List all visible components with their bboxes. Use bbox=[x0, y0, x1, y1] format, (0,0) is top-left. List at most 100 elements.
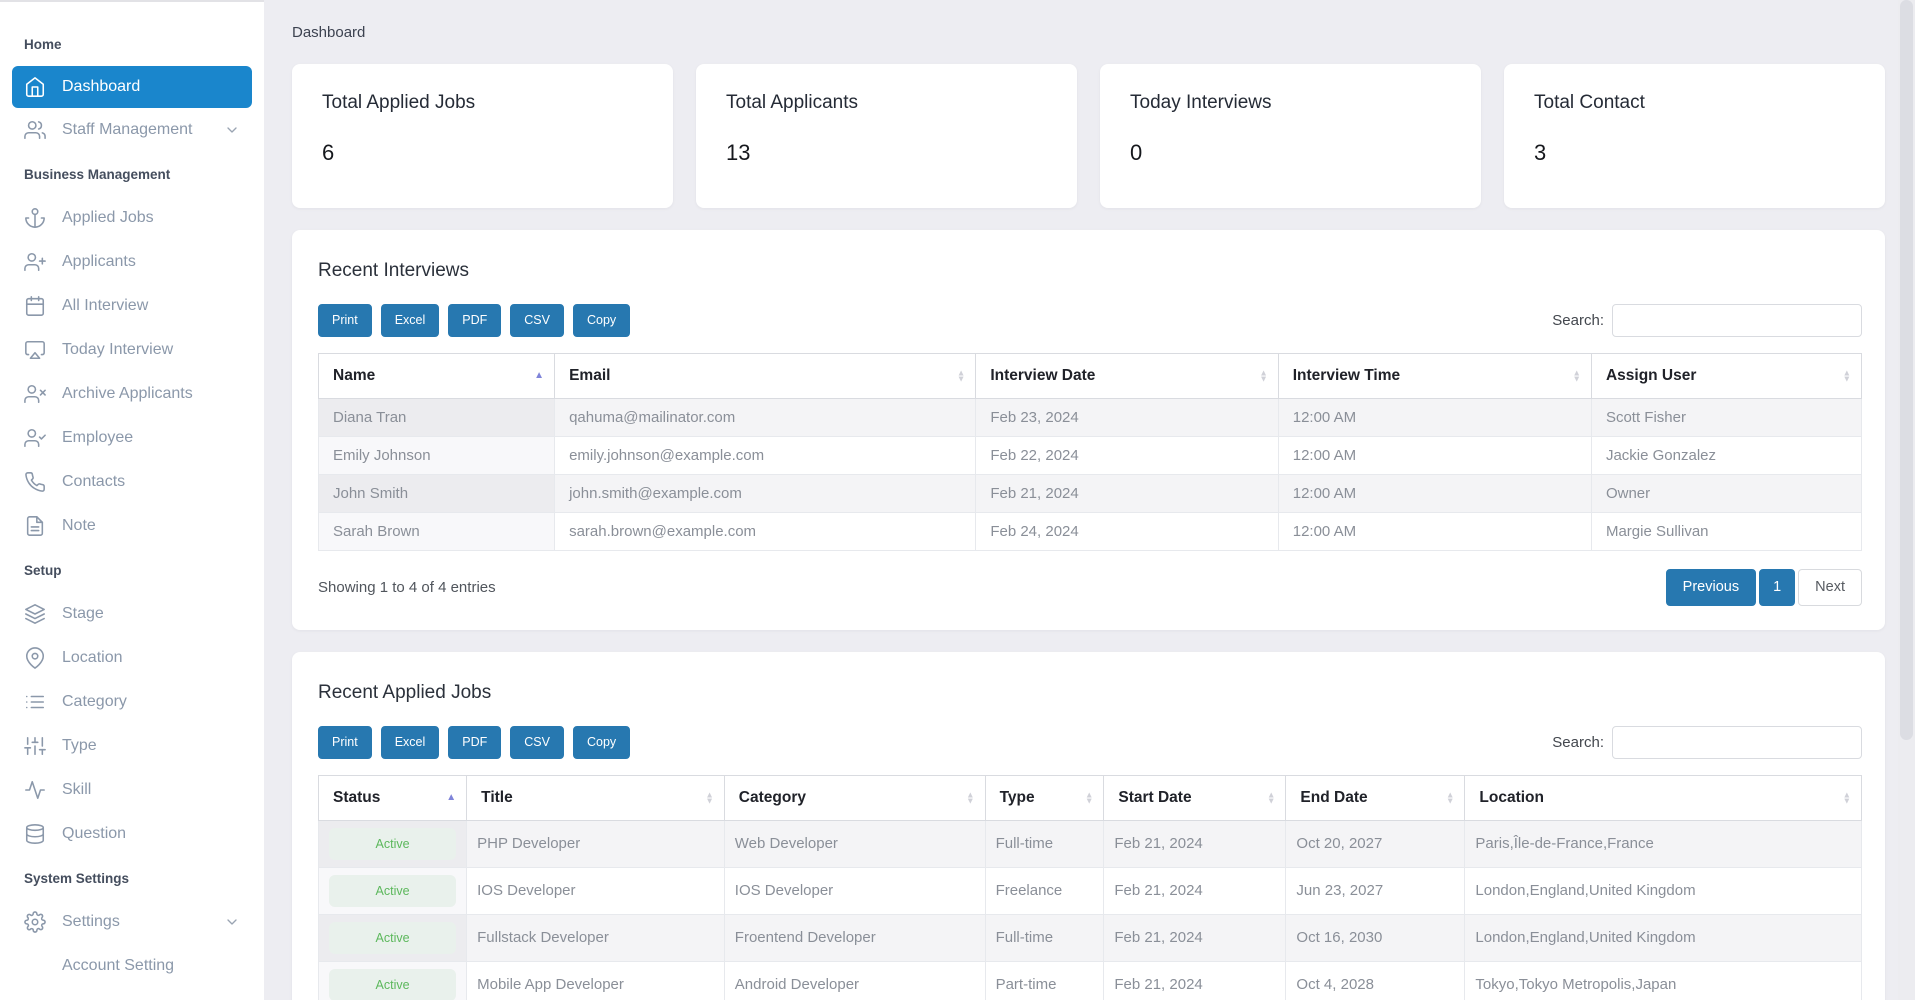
search-input[interactable] bbox=[1612, 304, 1862, 337]
applied-jobs-pdf-button[interactable]: PDF bbox=[448, 726, 501, 759]
applied-jobs-excel-button[interactable]: Excel bbox=[381, 726, 440, 759]
sort-both-icon: ▲▼ bbox=[1085, 791, 1093, 804]
pagination-previous-button[interactable]: Previous bbox=[1666, 569, 1756, 606]
table-cell: Full-time bbox=[985, 914, 1104, 961]
sidebar-item-label: Archive Applicants bbox=[62, 385, 193, 403]
vertical-scrollbar[interactable] bbox=[1898, 0, 1915, 1000]
interviews-print-button[interactable]: Print bbox=[318, 304, 372, 337]
column-header-interview-date[interactable]: Interview Date▲▼ bbox=[976, 354, 1278, 399]
table-cell: John Smith bbox=[319, 475, 555, 513]
sort-both-icon: ▲▼ bbox=[1843, 791, 1851, 804]
search-input[interactable] bbox=[1612, 726, 1862, 759]
sidebar-item-staff-management[interactable]: Staff Management bbox=[0, 108, 264, 152]
sidebar-item-contacts[interactable]: Contacts bbox=[0, 460, 264, 504]
sort-both-icon: ▲▼ bbox=[1267, 791, 1275, 804]
interviews-copy-button[interactable]: Copy bbox=[573, 304, 630, 337]
table-cell: Oct 20, 2027 bbox=[1286, 820, 1465, 867]
sort-ascending-icon: ▲ bbox=[534, 371, 544, 381]
column-header-label: Type bbox=[1000, 789, 1035, 806]
column-header-status[interactable]: Status▲ bbox=[319, 775, 467, 820]
calendar-icon bbox=[24, 295, 46, 317]
sidebar-section-label: Home bbox=[24, 37, 62, 52]
column-header-category[interactable]: Category▲▼ bbox=[724, 775, 985, 820]
stat-card-today-interviews: Today Interviews0 bbox=[1100, 64, 1481, 208]
sidebar-section-system-settings: System Settings bbox=[0, 856, 264, 900]
anchor-icon bbox=[24, 207, 46, 229]
interviews-table-footer: Showing 1 to 4 of 4 entries Previous 1 N… bbox=[318, 569, 1862, 606]
sidebar-item-dashboard[interactable]: Dashboard bbox=[12, 66, 252, 108]
sort-ascending-icon: ▲ bbox=[446, 793, 456, 803]
sidebar-item-label: Type bbox=[62, 737, 97, 755]
table-cell: Sarah Brown bbox=[319, 513, 555, 551]
table-cell: Feb 22, 2024 bbox=[976, 437, 1278, 475]
pagination-page-1-button[interactable]: 1 bbox=[1759, 569, 1795, 606]
sidebar-nav: HomeDashboardStaff ManagementBusiness Ma… bbox=[0, 22, 264, 988]
sidebar-item-settings[interactable]: Settings bbox=[0, 900, 264, 944]
sidebar-subitem-account-setting[interactable]: Account Setting bbox=[0, 944, 264, 988]
sidebar-item-label: Location bbox=[62, 649, 123, 667]
sidebar-item-today-interview[interactable]: Today Interview bbox=[0, 328, 264, 372]
sidebar-section-label: Setup bbox=[24, 563, 62, 578]
search-label: Search: bbox=[1552, 734, 1604, 751]
applied-jobs-csv-button[interactable]: CSV bbox=[510, 726, 564, 759]
stat-card-value: 6 bbox=[322, 140, 643, 166]
table-cell: London,England,United Kingdom bbox=[1465, 914, 1862, 961]
sidebar-item-location[interactable]: Location bbox=[0, 636, 264, 680]
column-header-location[interactable]: Location▲▼ bbox=[1465, 775, 1862, 820]
column-header-end-date[interactable]: End Date▲▼ bbox=[1286, 775, 1465, 820]
stat-card-value: 13 bbox=[726, 140, 1047, 166]
users-icon bbox=[24, 119, 46, 141]
table-cell: Paris,Île-de-France,France bbox=[1465, 820, 1862, 867]
sidebar-item-skill[interactable]: Skill bbox=[0, 768, 264, 812]
sidebar-section-home: Home bbox=[0, 22, 264, 66]
sidebar-item-stage[interactable]: Stage bbox=[0, 592, 264, 636]
recent-applied-jobs-title: Recent Applied Jobs bbox=[318, 682, 1862, 704]
applied-jobs-print-button[interactable]: Print bbox=[318, 726, 372, 759]
sidebar-item-employee[interactable]: Employee bbox=[0, 416, 264, 460]
scrollbar-thumb[interactable] bbox=[1900, 0, 1913, 740]
column-header-name[interactable]: Name▲ bbox=[319, 354, 555, 399]
interviews-csv-button[interactable]: CSV bbox=[510, 304, 564, 337]
sidebar-item-label: Question bbox=[62, 825, 126, 843]
column-header-label: Category bbox=[739, 789, 806, 806]
sidebar-item-applicants[interactable]: Applicants bbox=[0, 240, 264, 284]
sidebar-item-category[interactable]: Category bbox=[0, 680, 264, 724]
sidebar-item-question[interactable]: Question bbox=[0, 812, 264, 856]
pagination-next-button[interactable]: Next bbox=[1798, 569, 1862, 606]
table-cell: Scott Fisher bbox=[1591, 399, 1861, 437]
chevron-down-icon bbox=[224, 122, 240, 138]
column-header-type[interactable]: Type ▲▼ bbox=[985, 775, 1104, 820]
table-cell: Jun 23, 2027 bbox=[1286, 867, 1465, 914]
sidebar-item-note[interactable]: Note bbox=[0, 504, 264, 548]
applied-jobs-copy-button[interactable]: Copy bbox=[573, 726, 630, 759]
column-header-email[interactable]: Email▲▼ bbox=[555, 354, 976, 399]
applied-jobs-search: Search: bbox=[1552, 726, 1862, 759]
table-cell: Freelance bbox=[985, 867, 1104, 914]
table-cell: 12:00 AM bbox=[1278, 475, 1591, 513]
interviews-excel-button[interactable]: Excel bbox=[381, 304, 440, 337]
table-cell: Feb 24, 2024 bbox=[976, 513, 1278, 551]
sidebar-section-setup: Setup bbox=[0, 548, 264, 592]
table-row: ActiveMobile App DeveloperAndroid Develo… bbox=[319, 961, 1862, 1000]
table-row: Sarah Brownsarah.brown@example.comFeb 24… bbox=[319, 513, 1862, 551]
table-row: ActiveFullstack DeveloperFroentend Devel… bbox=[319, 914, 1862, 961]
interviews-pdf-button[interactable]: PDF bbox=[448, 304, 501, 337]
table-cell: Mobile App Developer bbox=[467, 961, 725, 1000]
sidebar-item-all-interview[interactable]: All Interview bbox=[0, 284, 264, 328]
column-header-title[interactable]: Title▲▼ bbox=[467, 775, 725, 820]
column-header-start-date[interactable]: Start Date▲▼ bbox=[1104, 775, 1286, 820]
list-icon bbox=[24, 691, 46, 713]
sidebar-item-type[interactable]: Type bbox=[0, 724, 264, 768]
column-header-interview-time[interactable]: Interview Time▲▼ bbox=[1278, 354, 1591, 399]
sidebar-item-archive-applicants[interactable]: Archive Applicants bbox=[0, 372, 264, 416]
table-row: Diana Tranqahuma@mailinator.comFeb 23, 2… bbox=[319, 399, 1862, 437]
stat-card-total-applicants: Total Applicants13 bbox=[696, 64, 1077, 208]
status-cell: Active bbox=[319, 867, 467, 914]
page-title: Dashboard bbox=[292, 24, 365, 41]
column-header-assign-user[interactable]: Assign User▲▼ bbox=[1591, 354, 1861, 399]
home-icon bbox=[24, 76, 46, 98]
column-header-label: Assign User bbox=[1606, 367, 1696, 384]
chevron-down-icon bbox=[224, 914, 240, 930]
sidebar-item-label: Dashboard bbox=[62, 78, 140, 96]
sidebar-item-applied-jobs[interactable]: Applied Jobs bbox=[0, 196, 264, 240]
